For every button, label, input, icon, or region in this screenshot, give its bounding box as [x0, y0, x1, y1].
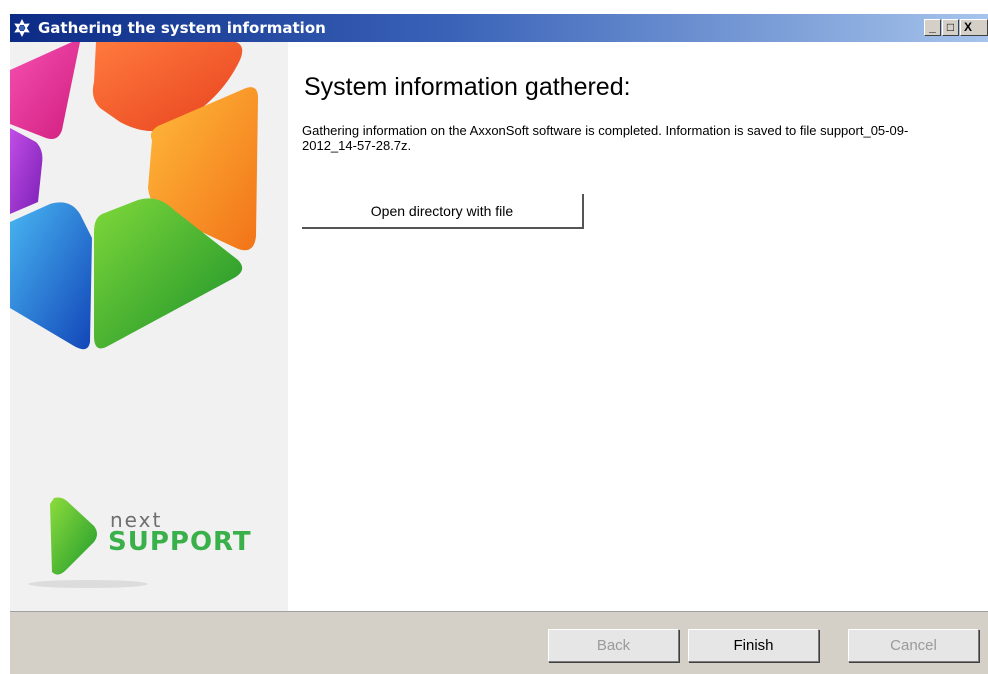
window-title: Gathering the system information — [38, 19, 326, 37]
purple-segment — [10, 128, 43, 214]
wizard-footer: Back Finish Cancel — [10, 611, 988, 674]
app-icon — [14, 19, 30, 37]
open-directory-button[interactable]: Open directory with file — [302, 194, 584, 229]
title-bar[interactable]: Gathering the system information _ □ X — [10, 14, 988, 42]
maximize-button[interactable]: □ — [942, 19, 959, 36]
finish-button[interactable]: Finish — [688, 629, 819, 662]
minimize-button[interactable]: _ — [924, 19, 941, 36]
back-button[interactable]: Back — [548, 629, 679, 662]
support-logo-text: SUPPORT — [108, 527, 252, 557]
completion-message: Gathering information on the AxxonSoft s… — [302, 123, 909, 153]
page-heading: System information gathered: — [304, 73, 631, 101]
cancel-button[interactable]: Cancel — [848, 629, 979, 662]
sidebar-banner: next SUPPORT — [10, 42, 288, 611]
main-content: System information gathered: Gathering i… — [288, 42, 988, 611]
close-button[interactable]: X — [960, 19, 988, 36]
pink-segment — [10, 42, 80, 139]
blue-segment — [10, 202, 92, 350]
